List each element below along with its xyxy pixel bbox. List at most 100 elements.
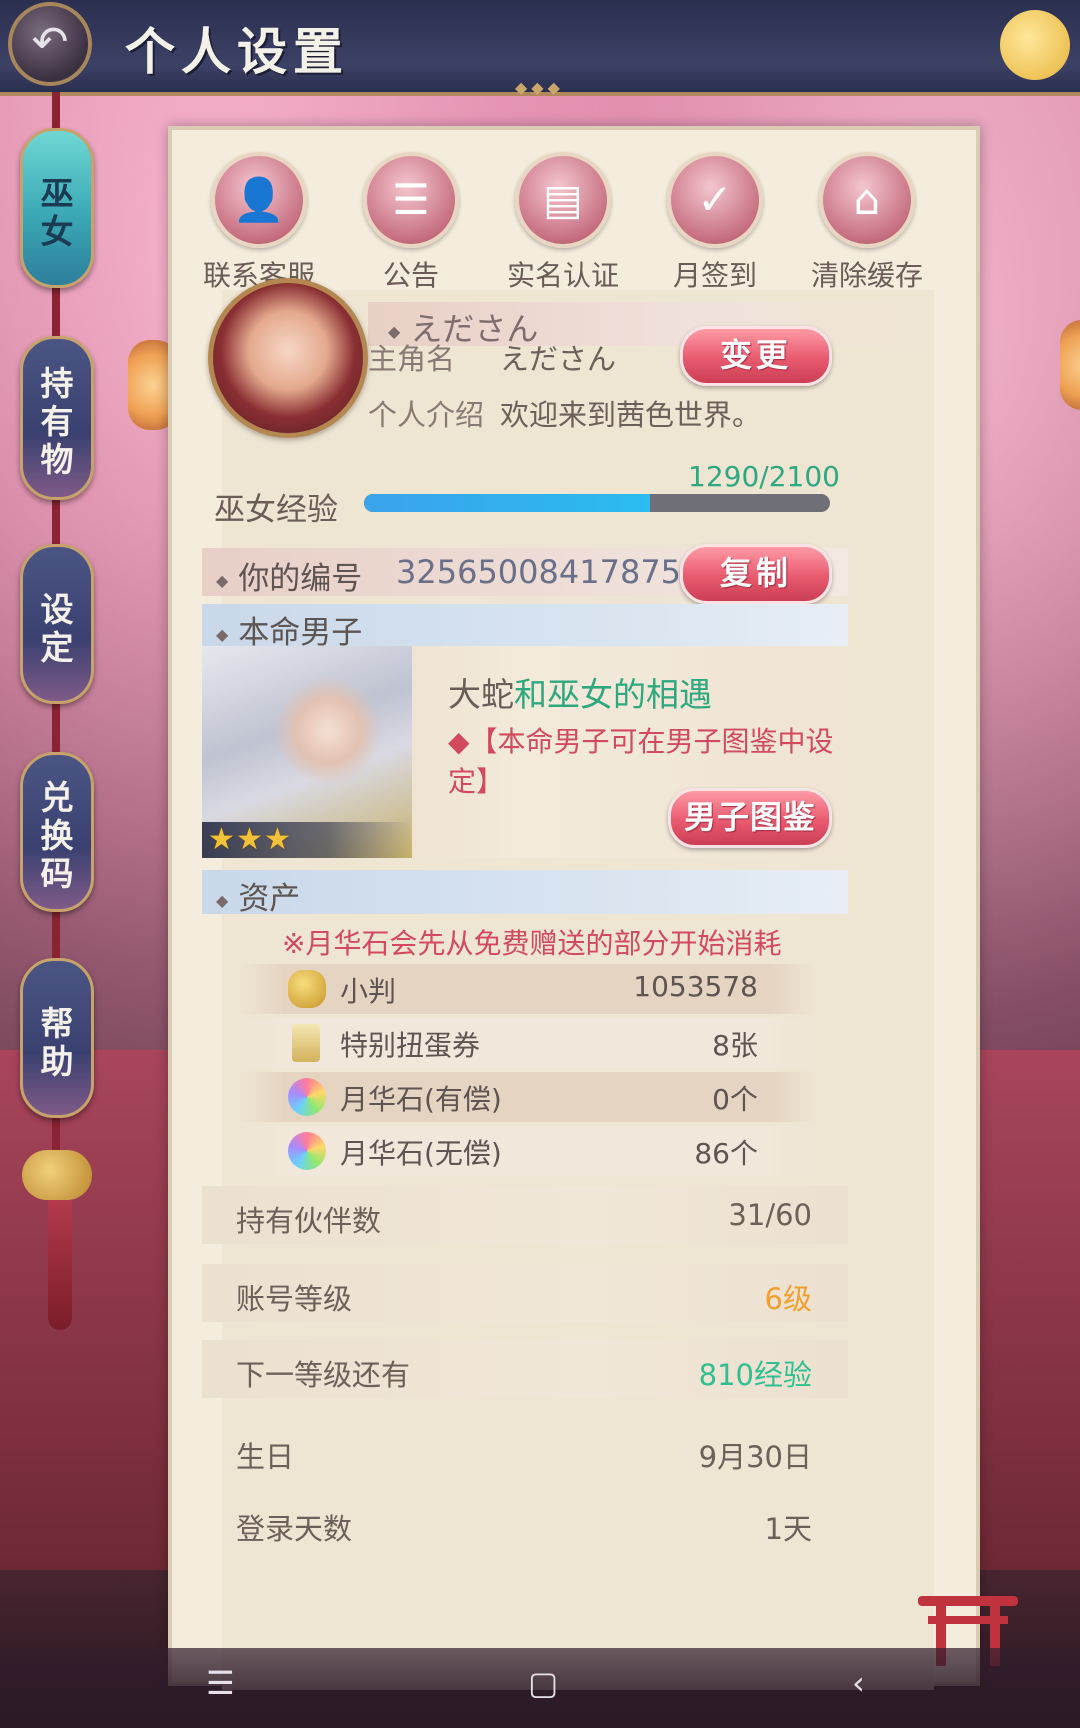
stat-value: 1天 xyxy=(764,1512,812,1546)
shortcut-notice[interactable]: ☰ 公告 xyxy=(336,152,486,294)
tab-label: 物 xyxy=(40,440,74,479)
system-nav-bar: ☰ ▢ ‹ xyxy=(0,1648,1080,1728)
customer-service-icon: 👤 xyxy=(211,152,307,248)
tab-label: 兑 xyxy=(40,778,74,817)
change-name-button[interactable]: 变更 xyxy=(680,326,832,386)
player-id-number: 325650084178754 xyxy=(396,553,702,591)
asset-name: 月华石(无偿) xyxy=(340,1137,502,1170)
asset-row-moon-gem-free: 月华石(无偿) 86个 xyxy=(238,1126,816,1176)
tab-label: 巫 xyxy=(40,174,74,213)
stat-value: 9月30日 xyxy=(698,1440,812,1474)
tab-label: 定 xyxy=(40,628,74,667)
partner-book-button[interactable]: 男子图鉴 xyxy=(668,788,832,848)
sidebar-tab-redeem-code[interactable]: 兑 换 码 xyxy=(20,752,94,912)
shortcut-id-verify[interactable]: ▤ 实名认证 xyxy=(488,152,638,294)
tab-label: 设 xyxy=(40,590,74,629)
stat-label: 登录天数 xyxy=(236,1512,353,1546)
assets-note: ※月华石会先从免费赠送的部分开始消耗 xyxy=(282,927,782,960)
shortcut-label: 实名认证 xyxy=(506,259,619,292)
shortcut-monthly-checkin[interactable]: ✓ 月签到 xyxy=(640,152,790,294)
stat-row-account-level: 账号等级 6级 xyxy=(202,1264,848,1322)
id-verify-icon: ▤ xyxy=(515,152,611,248)
stat-value: 31/60 xyxy=(728,1198,812,1232)
exp-progress-bar xyxy=(364,494,830,512)
asset-row-moon-gem-paid: 月华石(有偿) 0个 xyxy=(238,1072,816,1122)
gold-coin-icon xyxy=(288,970,326,1008)
asset-value: 1053578 xyxy=(633,970,758,1003)
bell-icon xyxy=(22,1150,92,1200)
exp-progress-fill xyxy=(364,494,651,512)
settings-panel: 👤 联系客服 ☰ 公告 ▤ 实名认证 ✓ 月签到 ⌂ 清除缓存 ◆ えださん 主角… xyxy=(168,126,980,1690)
star-icon: ★ xyxy=(208,822,235,857)
shortcut-clear-cache[interactable]: ⌂ 清除缓存 xyxy=(792,152,942,294)
stat-row-next-level: 下一等级还有 810经验 xyxy=(202,1340,848,1398)
stat-label: 下一等级还有 xyxy=(236,1358,411,1392)
tab-label: 有 xyxy=(40,402,74,441)
stat-value: 6级 xyxy=(764,1282,812,1316)
gacha-ticket-icon xyxy=(292,1024,320,1062)
header-ornament: ◆◆◆ xyxy=(515,78,564,97)
partner-section-header: ◆ 本命男子 xyxy=(202,604,848,651)
stat-row-login-days: 登录天数 1天 xyxy=(202,1494,848,1552)
tab-label: 码 xyxy=(40,854,74,893)
stat-value: 810经验 xyxy=(698,1358,812,1392)
shortcut-row: 👤 联系客服 ☰ 公告 ▤ 实名认证 ✓ 月签到 ⌂ 清除缓存 xyxy=(184,152,974,292)
exp-label: 巫女经验 xyxy=(214,492,338,528)
shortcut-label: 月签到 xyxy=(672,259,757,292)
notice-icon: ☰ xyxy=(363,152,459,248)
stat-label: 生日 xyxy=(236,1440,295,1474)
avatar xyxy=(208,278,368,438)
stat-label: 持有伙伴数 xyxy=(236,1204,382,1238)
sidebar-tab-miko[interactable]: 巫 女 xyxy=(20,128,94,288)
menu-icon[interactable]: ☰ xyxy=(206,1664,235,1702)
back-chevron-icon[interactable]: ‹ xyxy=(852,1664,865,1702)
section-title: ◆ 资产 xyxy=(216,881,301,917)
home-square-icon[interactable]: ▢ xyxy=(528,1664,558,1702)
tab-label: 换 xyxy=(40,816,74,855)
calendar-check-icon: ✓ xyxy=(667,152,763,248)
exp-value: 1290/2100 xyxy=(688,460,840,493)
asset-value: 0个 xyxy=(712,1083,758,1116)
tab-label: 助 xyxy=(40,1042,74,1081)
assets-section-header: ◆ 资产 xyxy=(202,870,848,917)
shortcut-label: 清除缓存 xyxy=(810,259,923,292)
lantern-decoration xyxy=(1060,320,1080,410)
partner-title: 大蛇和巫女的相遇 xyxy=(448,675,712,714)
stat-row-partner-count: 持有伙伴数 31/60 xyxy=(202,1186,848,1244)
asset-row-gacha-ticket: 特别扭蛋券 8张 xyxy=(238,1018,816,1068)
moon-gem-icon xyxy=(288,1078,326,1116)
sidebar-tab-settings[interactable]: 设 定 xyxy=(20,544,94,704)
intro-value: 欢迎来到茜色世界。 xyxy=(500,398,762,432)
top-header: ↶ 个人设置 ◆◆◆ xyxy=(0,0,1080,97)
asset-name: 特别扭蛋券 xyxy=(340,1029,481,1062)
star-icon: ★ xyxy=(264,822,291,857)
name-label: 主角名 xyxy=(368,342,456,376)
shortcut-customer-service[interactable]: 👤 联系客服 xyxy=(184,152,334,294)
name-value: えださん xyxy=(500,342,617,376)
floor-right xyxy=(980,1050,1080,1570)
back-button[interactable]: ↶ xyxy=(8,2,92,86)
player-id-label: ◆ 你的编号 xyxy=(216,561,363,597)
tab-label: 持 xyxy=(40,364,74,403)
star-icon: ★ xyxy=(236,822,263,857)
broom-icon: ⌂ xyxy=(819,152,915,248)
stat-row-birthday: 生日 9月30日 xyxy=(202,1422,848,1480)
asset-row-koban: 小判 1053578 xyxy=(238,964,816,1014)
tassel-decoration xyxy=(48,1200,72,1330)
asset-value: 8张 xyxy=(712,1029,758,1062)
intro-label: 个人介绍 xyxy=(368,398,485,432)
page-title: 个人设置 xyxy=(125,23,349,81)
tab-label: 帮 xyxy=(40,1004,74,1043)
stat-label: 账号等级 xyxy=(236,1282,353,1316)
sidebar-tab-inventory[interactable]: 持 有 物 xyxy=(20,336,94,500)
back-arrow-icon: ↶ xyxy=(31,17,69,68)
moon-icon xyxy=(1000,10,1070,80)
asset-value: 86个 xyxy=(694,1137,758,1170)
copy-id-button[interactable]: 复制 xyxy=(680,544,832,604)
sidebar-tab-help[interactable]: 帮 助 xyxy=(20,958,94,1118)
tab-label: 女 xyxy=(40,212,74,251)
asset-name: 月华石(有偿) xyxy=(340,1083,502,1116)
moon-gem-icon xyxy=(288,1132,326,1170)
asset-name: 小判 xyxy=(340,975,397,1008)
shortcut-label: 公告 xyxy=(382,259,439,292)
